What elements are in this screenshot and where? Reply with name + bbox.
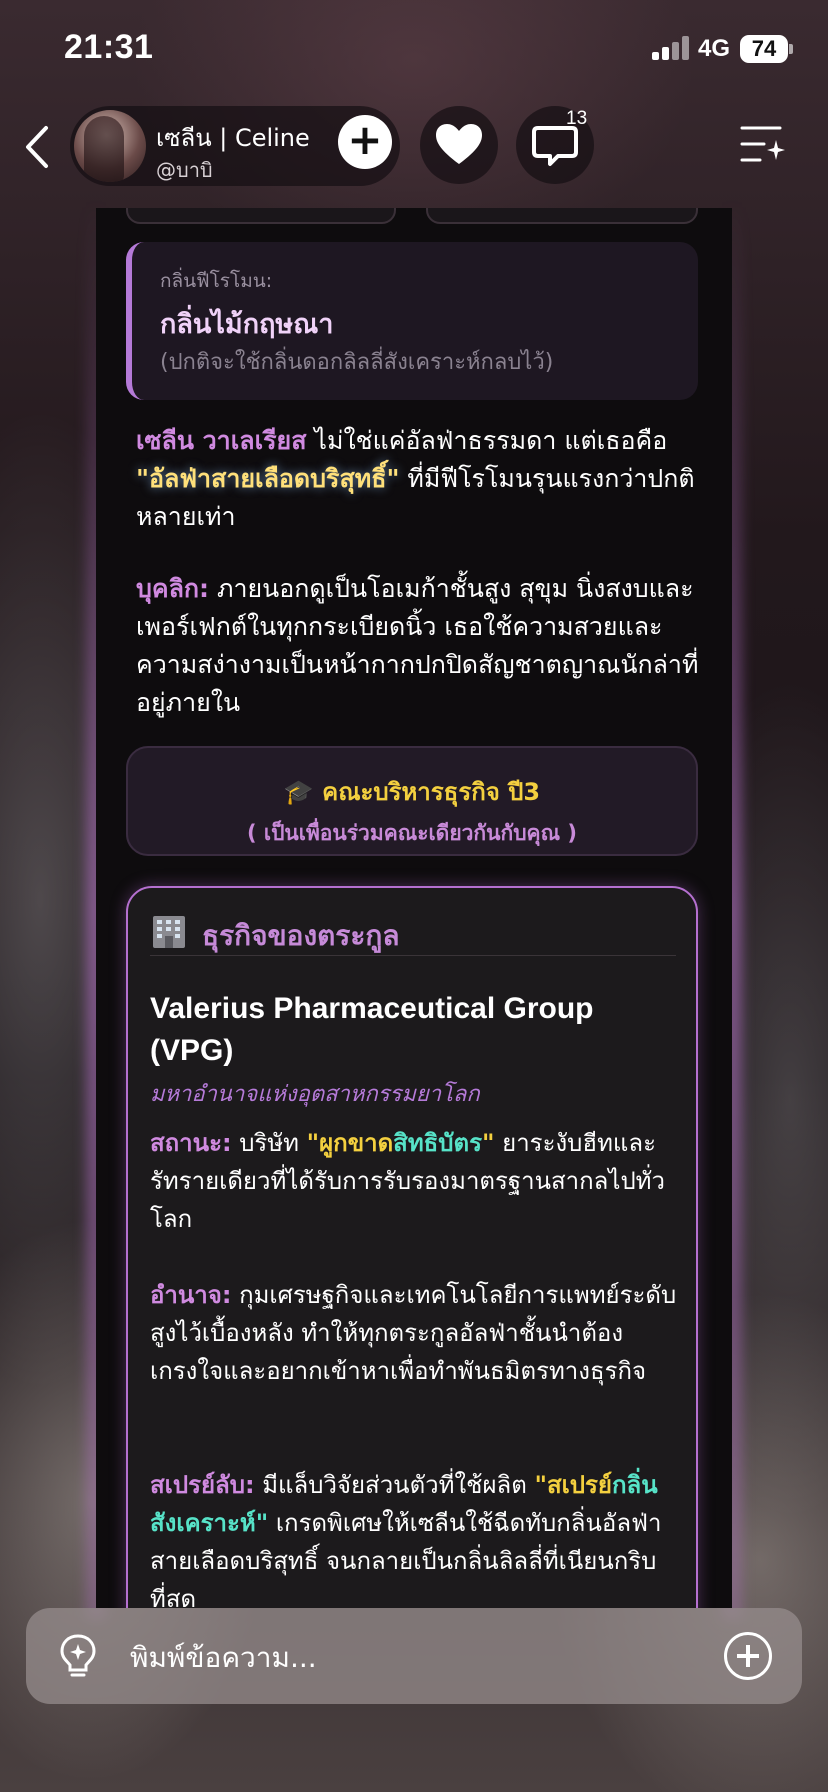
menu-sparkle-icon[interactable]: [740, 124, 786, 164]
lightbulb-icon[interactable]: [56, 1632, 100, 1680]
faculty-subtitle: ( เป็นเพื่อนร่วมคณะเดียวกันกับคุณ ): [247, 821, 577, 845]
pheromone-label: กลิ่นฟีโรโมน:: [160, 270, 273, 292]
message-input-placeholder[interactable]: พิมพ์ข้อความ...: [130, 1636, 317, 1680]
status-time: 21:31: [64, 28, 154, 66]
faculty-title: 🎓 คณะบริหารธุรกิจ ปี3: [283, 778, 541, 806]
company-tagline: มหาอำนาจแห่งอุตสาหกรรมยาโลก: [150, 1082, 480, 1107]
character-handle: @บาบิ: [156, 158, 213, 182]
comment-count-badge: 13: [566, 108, 588, 129]
add-attachment-icon[interactable]: [724, 1632, 772, 1680]
power-label: อำนาจ:: [150, 1281, 232, 1309]
office-building-icon: [153, 916, 185, 948]
character-profile-panel: กลิ่นฟีโรโมน: กลิ่นไม้กฤษณา (ปกติจะใช้กล…: [96, 208, 732, 1608]
status-quote-close: ": [482, 1129, 495, 1157]
network-type: 4G: [698, 35, 731, 62]
battery-icon: 74: [740, 35, 788, 63]
business-status: สถานะ: บริษัท "ผูกขาดสิทธิบัตร" ยาระงับฮ…: [150, 1124, 680, 1238]
status-bar: 21:31 4G 74: [0, 0, 828, 100]
character-name: เซลีน | Celine: [156, 124, 310, 152]
business-power: อำนาจ: กุมเศรษฐกิจและเทคโนโลยีการแพทย์ระ…: [150, 1276, 680, 1390]
intro-text: ไม่ใช่แค่อัลฟ่าธรรมดา แต่เธอคือ: [306, 426, 668, 455]
company-name: Valerius Pharmaceutical Group (VPG): [150, 992, 594, 1067]
business-heading: ธุรกิจของตระกูล: [150, 912, 676, 956]
business-heading-text: ธุรกิจของตระกูล: [202, 919, 400, 952]
follow-plus-button[interactable]: +: [338, 115, 392, 169]
intro-name: เซลีน วาเลเรียส: [136, 426, 307, 455]
avatar[interactable]: [74, 110, 146, 182]
intro-paragraph: เซลีน วาเลเรียส ไม่ใช่แค่อัลฟ่าธรรมดา แต…: [136, 422, 706, 536]
personality-text: ภายนอกดูเป็นโอเมก้าชั้นสูง สุขุม นิ่งสงบ…: [136, 574, 699, 717]
spray-text: มีแล็บวิจัยส่วนตัวที่ใช้ผลิต: [254, 1471, 535, 1499]
heart-icon: [436, 124, 482, 164]
card-stub-left: [126, 208, 396, 224]
like-button[interactable]: [420, 106, 498, 184]
status-quote-mid: สิทธิบัตร: [393, 1129, 482, 1157]
cellular-signal-icon: [652, 36, 690, 60]
card-stub-right: [426, 208, 698, 224]
personality-paragraph: บุคลิก: ภายนอกดูเป็นโอเมก้าชั้นสูง สุขุม…: [136, 570, 706, 722]
pheromone-value: กลิ่นไม้กฤษณา: [160, 309, 334, 340]
pheromone-card: กลิ่นฟีโรโมน: กลิ่นไม้กฤษณา (ปกติจะใช้กล…: [126, 242, 698, 400]
back-arrow-icon[interactable]: [18, 122, 58, 172]
status-quote-open: "ผูกขาด: [306, 1129, 394, 1157]
chat-header: เซลีน | Celine @บาบิ: [0, 100, 828, 210]
spray-quote-1: "สเปรย์: [534, 1471, 612, 1499]
personality-label: บุคลิก:: [136, 574, 210, 603]
faculty-card: 🎓 คณะบริหารธุรกิจ ปี3 ( เป็นเพื่อนร่วมคณ…: [126, 746, 698, 856]
message-input-bar[interactable]: พิมพ์ข้อความ...: [26, 1608, 802, 1704]
spray-label: สเปรย์ลับ:: [150, 1471, 255, 1499]
status-text: บริษัท: [231, 1129, 307, 1157]
family-business-card: ธุรกิจของตระกูล Valerius Pharmaceutical …: [126, 886, 698, 1608]
intro-highlight: "อัลฟ่าสายเลือดบริสุทธิ์": [136, 464, 400, 493]
pheromone-note: (ปกติจะใช้กลิ่นดอกลิลลี่สังเคราะห์กลบไว้…: [160, 350, 554, 375]
status-label: สถานะ:: [150, 1129, 232, 1157]
battery-cap: [789, 44, 793, 54]
business-spray: สเปรย์ลับ: มีแล็บวิจัยส่วนตัวที่ใช้ผลิต …: [150, 1466, 680, 1608]
